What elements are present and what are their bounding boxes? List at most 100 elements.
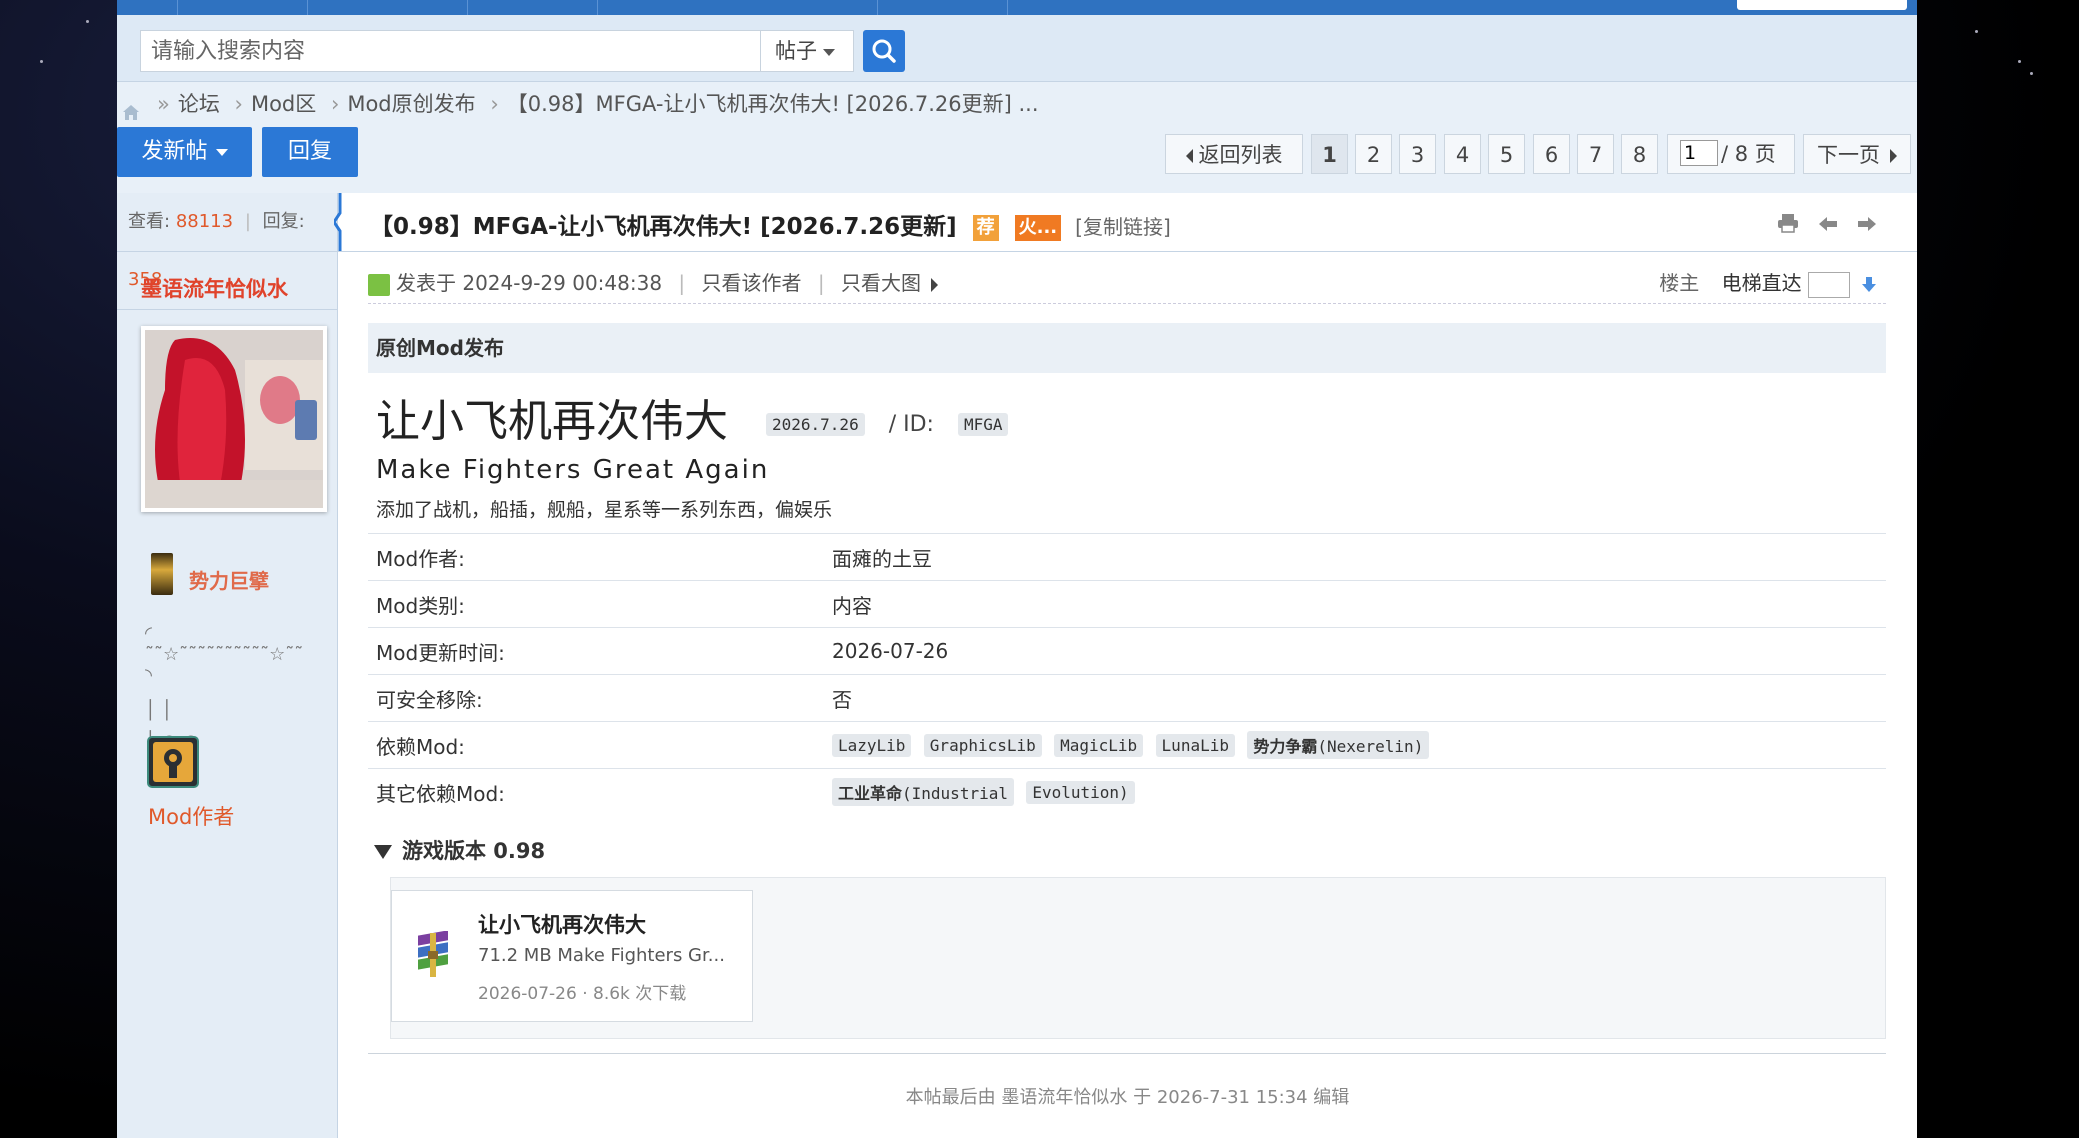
search-bar: 帖子 <box>117 15 1917 82</box>
nav-item[interactable] <box>467 0 598 15</box>
triangle-right-icon <box>930 277 938 292</box>
info-key: Mod类别: <box>368 580 824 628</box>
rank-icon <box>151 553 173 595</box>
divider <box>368 1053 1886 1054</box>
page-number: 4 <box>1455 143 1470 167</box>
breadcrumb-separator: » <box>157 92 170 116</box>
section-header: 原创Mod发布 <box>368 323 1886 373</box>
mod-description: 添加了战机，船插，舰船，星系等一系列东西，偏娱乐 <box>376 499 833 521</box>
game-version-label: 游戏版本 0.98 <box>402 839 546 863</box>
breadcrumb-mod-area[interactable]: Mod区 <box>251 92 316 116</box>
page-8[interactable]: 8 <box>1621 134 1658 174</box>
mod-subtitle: Make Fighters Great Again <box>376 455 770 485</box>
page-7[interactable]: 7 <box>1577 134 1614 174</box>
triangle-left-icon <box>1185 149 1193 163</box>
author-username[interactable]: 墨语流年恰似水 <box>141 273 288 303</box>
page-3[interactable]: 3 <box>1399 134 1436 174</box>
search-button[interactable] <box>863 30 905 72</box>
mod-author-badge-icon[interactable] <box>147 736 199 788</box>
breadcrumb-separator: › <box>490 92 499 116</box>
login-button[interactable] <box>1737 0 1907 10</box>
page-number: 5 <box>1499 143 1514 167</box>
nav-item[interactable] <box>877 0 1008 15</box>
dependency-chip: 工业革命(Industrial <box>832 778 1014 806</box>
page-5[interactable]: 5 <box>1488 134 1525 174</box>
divider <box>117 309 337 310</box>
attachment-name: 让小飞机再次伟大 <box>478 913 646 937</box>
mod-version-chip: 2026.7.26 <box>766 412 865 436</box>
user-group-label: Mod作者 <box>148 805 235 829</box>
breadcrumb-mod-release[interactable]: Mod原创发布 <box>347 92 475 116</box>
info-value: 2026-07-26 <box>824 627 1886 675</box>
star <box>40 60 43 63</box>
star <box>2030 72 2033 75</box>
next-page-button[interactable]: 下一页 <box>1803 134 1911 174</box>
new-post-button[interactable]: 发新帖 <box>117 127 252 177</box>
prev-thread-icon[interactable] <box>1818 215 1838 237</box>
search-type-select[interactable]: 帖子 <box>760 30 854 72</box>
recommend-tag: 荐 <box>972 214 999 241</box>
attachment-info: 71.2 MB Make Fighters Gr... <box>478 945 725 966</box>
rank-label: 势力巨擘 <box>189 569 269 593</box>
title-tools <box>1763 213 1877 237</box>
page-4[interactable]: 4 <box>1444 134 1481 174</box>
info-value: 否 <box>824 674 1886 722</box>
page-1[interactable]: 1 <box>1311 134 1348 174</box>
search-type-label: 帖子 <box>775 39 817 63</box>
dependency-en: (Nexerelin) <box>1317 737 1424 756</box>
elevator-input[interactable] <box>1807 271 1850 298</box>
nav-item[interactable] <box>177 0 308 15</box>
new-post-label: 发新帖 <box>141 139 208 164</box>
attachment-card[interactable]: 让小飞机再次伟大 71.2 MB Make Fighters Gr... 202… <box>391 890 753 1022</box>
attachment-panel: 让小飞机再次伟大 71.2 MB Make Fighters Gr... 202… <box>390 877 1886 1039</box>
page-6[interactable]: 6 <box>1533 134 1570 174</box>
dependency-en: (Industrial <box>902 784 1008 803</box>
only-author-link[interactable]: 只看该作者 <box>702 271 802 295</box>
chevron-down-icon <box>823 48 835 56</box>
floor-label: 楼主 <box>1659 271 1700 295</box>
post-meta: 发表于 2024-9-29 00:48:38 | 只看该作者 | 只看大图 楼主… <box>368 263 1886 304</box>
nav-item[interactable] <box>597 0 728 15</box>
edit-note: 本帖最后由 墨语流年恰似水 于 2026-7-31 15:34 编辑 <box>905 1087 1350 1108</box>
star <box>1975 30 1978 33</box>
dependency-cn: 工业革命 <box>838 784 903 803</box>
page-2[interactable]: 2 <box>1355 134 1392 174</box>
table-row: Mod作者: 面瘫的土豆 <box>368 533 1886 581</box>
dependency-chip: Evolution) <box>1026 780 1135 804</box>
post-time: 发表于 2024-9-29 00:48:38 <box>396 271 663 295</box>
nav-item[interactable] <box>1007 0 1138 15</box>
star <box>2018 60 2021 63</box>
thread-stats: 查看: 88113 | 回复: 358 <box>117 193 337 290</box>
info-value: 内容 <box>824 580 1886 628</box>
page-number: 7 <box>1588 143 1603 167</box>
breadcrumb-forum[interactable]: 论坛 <box>178 92 220 116</box>
game-version-toggle[interactable]: 游戏版本 0.98 <box>374 835 545 865</box>
search-input[interactable] <box>140 30 760 72</box>
reply-button[interactable]: 回复 <box>262 127 358 177</box>
decoration-line: ◜ ˜˜☆˜˜˜˜˜˜˜˜˜˜☆˜˜ ◝ <box>145 623 304 686</box>
page-jump-input[interactable] <box>1680 140 1718 166</box>
breadcrumb-current[interactable]: 【0.98】MFGA-让小飞机再次伟大! [2026.7.26更新] ... <box>507 92 1039 116</box>
copy-link[interactable]: [复制链接] <box>1075 215 1171 239</box>
page-number: 8 <box>1632 143 1647 167</box>
post-main: 【0.98】MFGA-让小飞机再次伟大! [2026.7.26更新] 荐 火..… <box>334 193 1917 1138</box>
back-to-list-button[interactable]: 返回列表 <box>1165 134 1303 174</box>
signature-decoration: ◜ ˜˜☆˜˜˜˜˜˜˜˜˜˜☆˜˜ ◝ │ │ │ ● ● <box>145 623 305 752</box>
arrow-down-icon[interactable] <box>1862 271 1876 295</box>
avatar[interactable] <box>141 326 327 512</box>
mod-id-chip: MFGA <box>957 412 1009 436</box>
dependency-chip: 势力争霸(Nexerelin) <box>1247 731 1430 759</box>
star <box>86 20 89 23</box>
page-number: 6 <box>1544 143 1559 167</box>
page-total: / 8 页 <box>1721 142 1776 166</box>
breadcrumb-separator: › <box>330 92 340 116</box>
triangle-right-icon <box>1890 149 1897 163</box>
only-images-link[interactable]: 只看大图 <box>841 271 921 295</box>
page-number: 3 <box>1410 143 1425 167</box>
nav-item[interactable] <box>307 0 438 15</box>
id-label: / ID: <box>888 411 934 437</box>
elevator-label: 电梯直达 <box>1721 271 1802 295</box>
next-thread-icon[interactable] <box>1857 215 1877 237</box>
hot-tag: 火... <box>1014 214 1062 241</box>
print-icon[interactable] <box>1777 213 1799 237</box>
